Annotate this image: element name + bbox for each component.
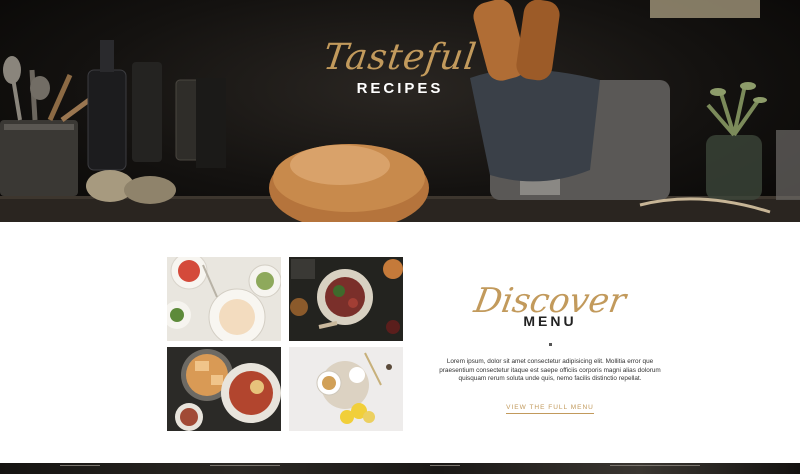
discover-script-title: Discover (471, 281, 629, 321)
dish-photo-salad-plates[interactable] (167, 257, 281, 341)
divider-dot (548, 343, 552, 346)
next-section-banner-edge (0, 463, 800, 474)
discover-menu-section: Discover MENU Lorem ipsum, dolor sit ame… (430, 281, 670, 414)
dish-photo-meat-bowl[interactable] (289, 257, 403, 341)
hero-title-block: Tasteful RECIPES (0, 37, 800, 97)
hero-subtitle: RECIPES (356, 80, 444, 97)
discover-description: Lorem ipsum, dolor sit amet consectetur … (439, 358, 661, 383)
hero-script-title: Tasteful (320, 37, 480, 78)
food-photo-grid (167, 257, 403, 431)
dish-photo-casserole-skillet[interactable] (167, 347, 281, 431)
hero-banner: Tasteful RECIPES (0, 0, 800, 222)
hero-background-photo (0, 0, 800, 222)
dish-photo-soup-lemons[interactable] (289, 347, 403, 431)
view-full-menu-link[interactable]: VIEW THE FULL MENU (506, 404, 594, 414)
